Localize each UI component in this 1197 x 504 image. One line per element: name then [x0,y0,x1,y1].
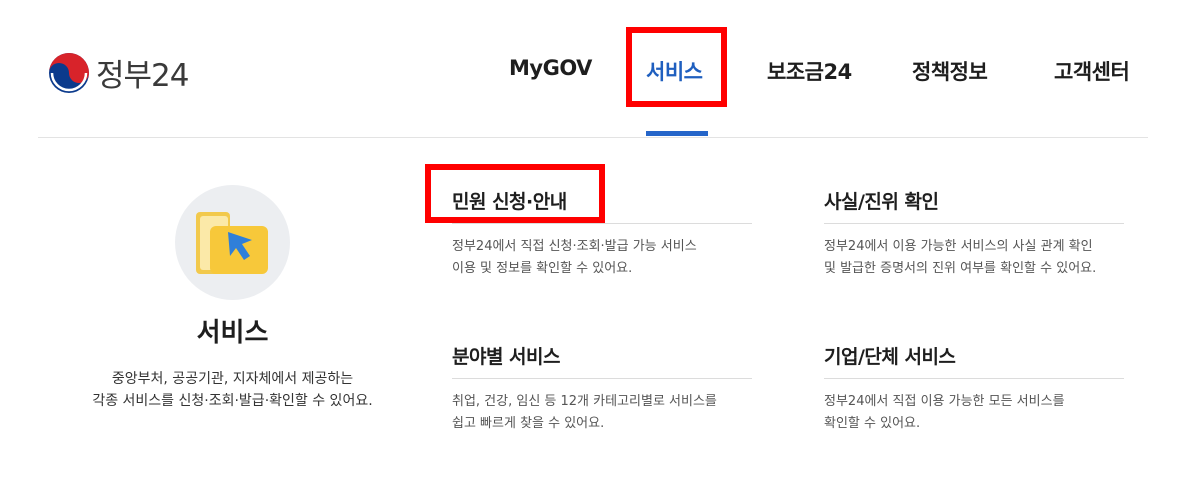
menu-desc-category-services: 취업, 건강, 임신 등 12개 카테고리별로 서비스를 쉽고 빠르게 찾을 수… [452,391,780,435]
nav-services[interactable]: 서비스 [646,56,703,86]
folder-cursor-icon [196,212,268,274]
menu-desc-civil-service: 정부24에서 직접 신청·조회·발급 가능 서비스 이용 및 정보를 확인할 수… [452,236,780,280]
menu-title-category-services[interactable]: 분야별 서비스 [452,342,780,368]
menu-title-civil-service[interactable]: 민원 신청·안내 [452,187,780,213]
desc-line: 및 발급한 증명서의 진위 여부를 확인할 수 있어요. [824,261,1097,276]
desc-line: 쉽고 빠르게 찾을 수 있어요. [452,416,605,431]
active-tab-indicator [646,131,708,136]
desc-line: 정부24에서 직접 신청·조회·발급 가능 서비스 [452,239,697,254]
menu-desc-fact-check: 정부24에서 이용 가능한 서비스의 사실 관계 확인 및 발급한 증명서의 진… [824,236,1152,280]
card-divider [452,223,752,224]
intro-desc-line1: 중앙부처, 공공기관, 지자체에서 제공하는 [111,371,354,387]
desc-line: 확인할 수 있어요. [824,416,921,431]
menu-card-civil-service[interactable]: 민원 신청·안내 정부24에서 직접 신청·조회·발급 가능 서비스 이용 및 … [452,187,780,280]
nav-subsidy24[interactable]: 보조금24 [767,56,852,86]
intro-title: 서비스 [196,318,269,348]
intro-description: 중앙부처, 공공기관, 지자체에서 제공하는 각종 서비스를 신청·조회·발급·… [0,368,465,412]
menu-card-fact-check[interactable]: 사실/진위 확인 정부24에서 이용 가능한 서비스의 사실 관계 확인 및 발… [824,187,1152,280]
nav-mygov[interactable]: MyGOV [509,56,592,80]
main-navigation: MyGOV 서비스 보조금24 정책정보 고객센터 [0,56,1197,96]
desc-line: 취업, 건강, 임신 등 12개 카테고리별로 서비스를 [452,394,717,409]
menu-title-business-services[interactable]: 기업/단체 서비스 [824,342,1152,368]
card-divider [824,223,1124,224]
desc-line: 정부24에서 이용 가능한 서비스의 사실 관계 확인 [824,239,1093,254]
header-divider [38,137,1148,138]
intro-desc-line2: 각종 서비스를 신청·조회·발급·확인할 수 있어요. [92,393,373,409]
nav-policy-info[interactable]: 정책정보 [912,56,988,86]
menu-card-category-services[interactable]: 분야별 서비스 취업, 건강, 임신 등 12개 카테고리별로 서비스를 쉽고 … [452,342,780,435]
nav-customer-center[interactable]: 고객센터 [1054,56,1130,86]
menu-card-business-services[interactable]: 기업/단체 서비스 정부24에서 직접 이용 가능한 모든 서비스를 확인할 수… [824,342,1152,435]
card-divider [452,378,752,379]
card-divider [824,378,1124,379]
desc-line: 정부24에서 직접 이용 가능한 모든 서비스를 [824,394,1065,409]
menu-desc-business-services: 정부24에서 직접 이용 가능한 모든 서비스를 확인할 수 있어요. [824,391,1152,435]
desc-line: 이용 및 정보를 확인할 수 있어요. [452,261,633,276]
menu-title-fact-check[interactable]: 사실/진위 확인 [824,187,1152,213]
